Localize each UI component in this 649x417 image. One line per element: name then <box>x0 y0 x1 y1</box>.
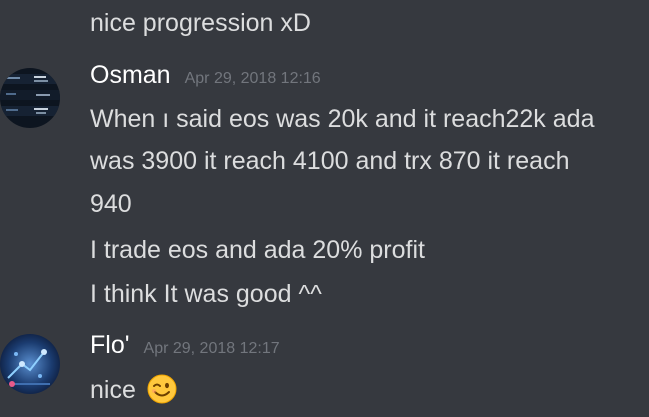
timestamp: Apr 29, 2018 12:17 <box>143 340 280 357</box>
crypto-chart-avatar-icon <box>0 68 60 128</box>
circuit-avatar-icon <box>0 334 60 394</box>
osman-message-header: Osman Apr 29, 2018 12:16 <box>90 60 321 94</box>
message-text: was 3900 it reach 4100 and trx 870 it re… <box>90 147 570 175</box>
username[interactable]: Osman <box>90 60 171 90</box>
message-text: I think It was good ^^ <box>90 280 322 308</box>
message-text: nice progression xD <box>90 9 311 37</box>
message-text: 940 <box>90 190 132 218</box>
winking-face-emoji-icon[interactable] <box>147 374 177 411</box>
message-text: nice <box>90 376 136 404</box>
flo-message-header: Flo' Apr 29, 2018 12:17 <box>90 330 280 364</box>
username[interactable]: Flo' <box>90 330 130 360</box>
timestamp: Apr 29, 2018 12:16 <box>184 70 321 87</box>
message-text: When ı said eos was 20k and it reach22k … <box>90 105 595 133</box>
chat-message-list: nice progression xD Osman Apr 29, 2018 1… <box>0 0 649 417</box>
message-text: I trade eos and ada 20% profit <box>90 236 425 264</box>
osman-avatar[interactable] <box>0 68 60 128</box>
message-text-row: nice <box>90 374 177 411</box>
flo-avatar[interactable] <box>0 334 60 394</box>
